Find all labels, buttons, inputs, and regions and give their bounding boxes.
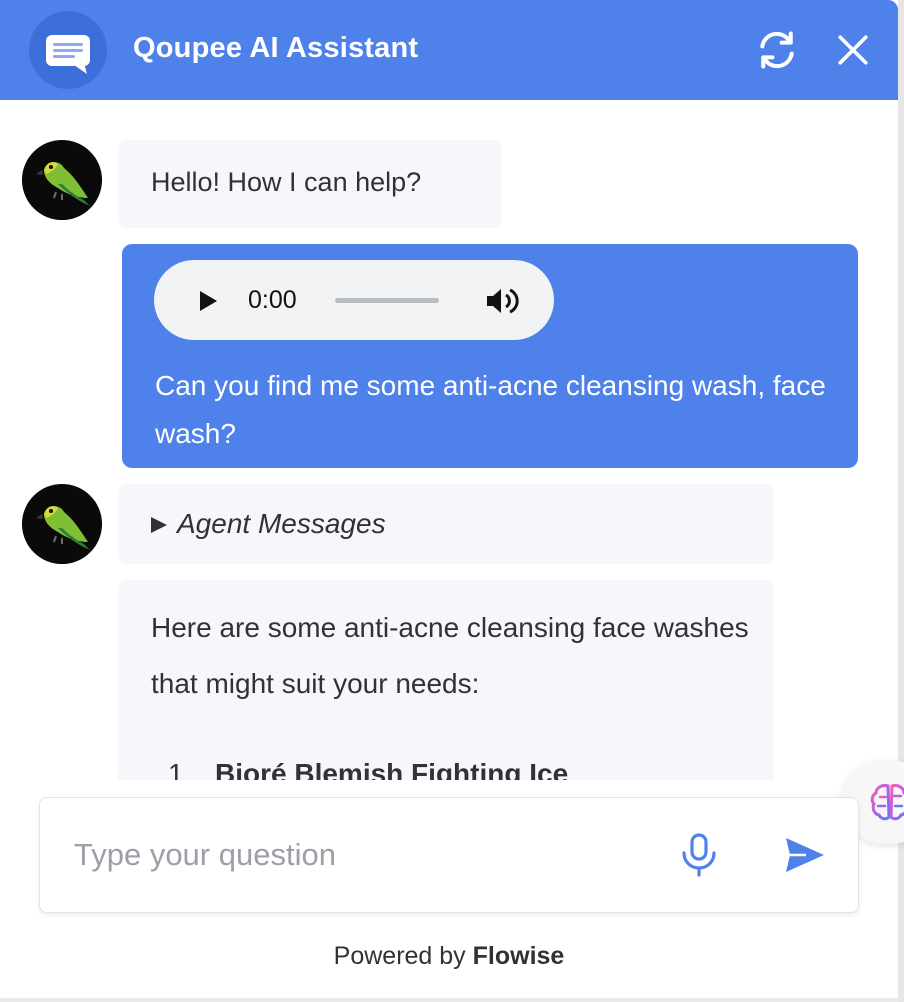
close-button[interactable]	[828, 25, 878, 75]
flowise-link[interactable]: Flowise	[473, 942, 565, 970]
refresh-icon	[760, 31, 794, 69]
bot-message-bubble: Hello! How I can help?	[118, 140, 502, 228]
audio-player[interactable]: 0:00	[154, 260, 554, 340]
audio-progress-bar[interactable]	[335, 298, 439, 303]
list-item-number: 1.	[168, 758, 192, 780]
chat-bubble-icon	[29, 11, 107, 89]
powered-by-footer: Powered by Flowise	[0, 942, 898, 971]
bot-reply-bubble: Here are some anti-acne cleansing face w…	[118, 580, 774, 780]
send-button[interactable]	[784, 836, 826, 874]
powered-by-prefix: Powered by	[333, 942, 466, 970]
chat-title: Qoupee AI Assistant	[133, 32, 419, 64]
microphone-icon	[682, 833, 716, 877]
bot-avatar	[22, 484, 102, 564]
list-item-title: Bioré Blemish Fighting Ice	[215, 758, 569, 780]
bottom-divider	[0, 998, 898, 1002]
question-input[interactable]	[72, 832, 636, 878]
user-message-bubble: 0:00 Can you find me some anti-acne clea…	[122, 244, 858, 468]
send-icon	[786, 838, 824, 872]
brain-icon	[870, 784, 904, 821]
microphone-button[interactable]	[678, 832, 720, 878]
agent-messages-toggle[interactable]: Agent Messages	[118, 484, 774, 564]
bot-message-text: Hello! How I can help?	[151, 167, 422, 197]
close-icon	[838, 35, 868, 65]
bot-avatar	[22, 140, 102, 220]
user-message-text: Can you find me some anti-acne cleansing…	[155, 370, 826, 449]
volume-icon[interactable]	[485, 286, 519, 316]
chat-header: Qoupee AI Assistant	[0, 0, 898, 100]
reply-intro-text: Here are some anti-acne cleansing face w…	[151, 612, 749, 699]
refresh-button[interactable]	[752, 25, 802, 75]
audio-time: 0:00	[248, 286, 297, 314]
chat-messages[interactable]: Hello! How I can help? 0:00 Can you find…	[0, 100, 898, 780]
play-icon[interactable]	[198, 290, 218, 312]
window-edge	[898, 0, 904, 1002]
agent-messages-label: Agent Messages	[177, 508, 386, 539]
message-input-container	[39, 797, 859, 913]
triangle-right-icon	[151, 517, 167, 533]
